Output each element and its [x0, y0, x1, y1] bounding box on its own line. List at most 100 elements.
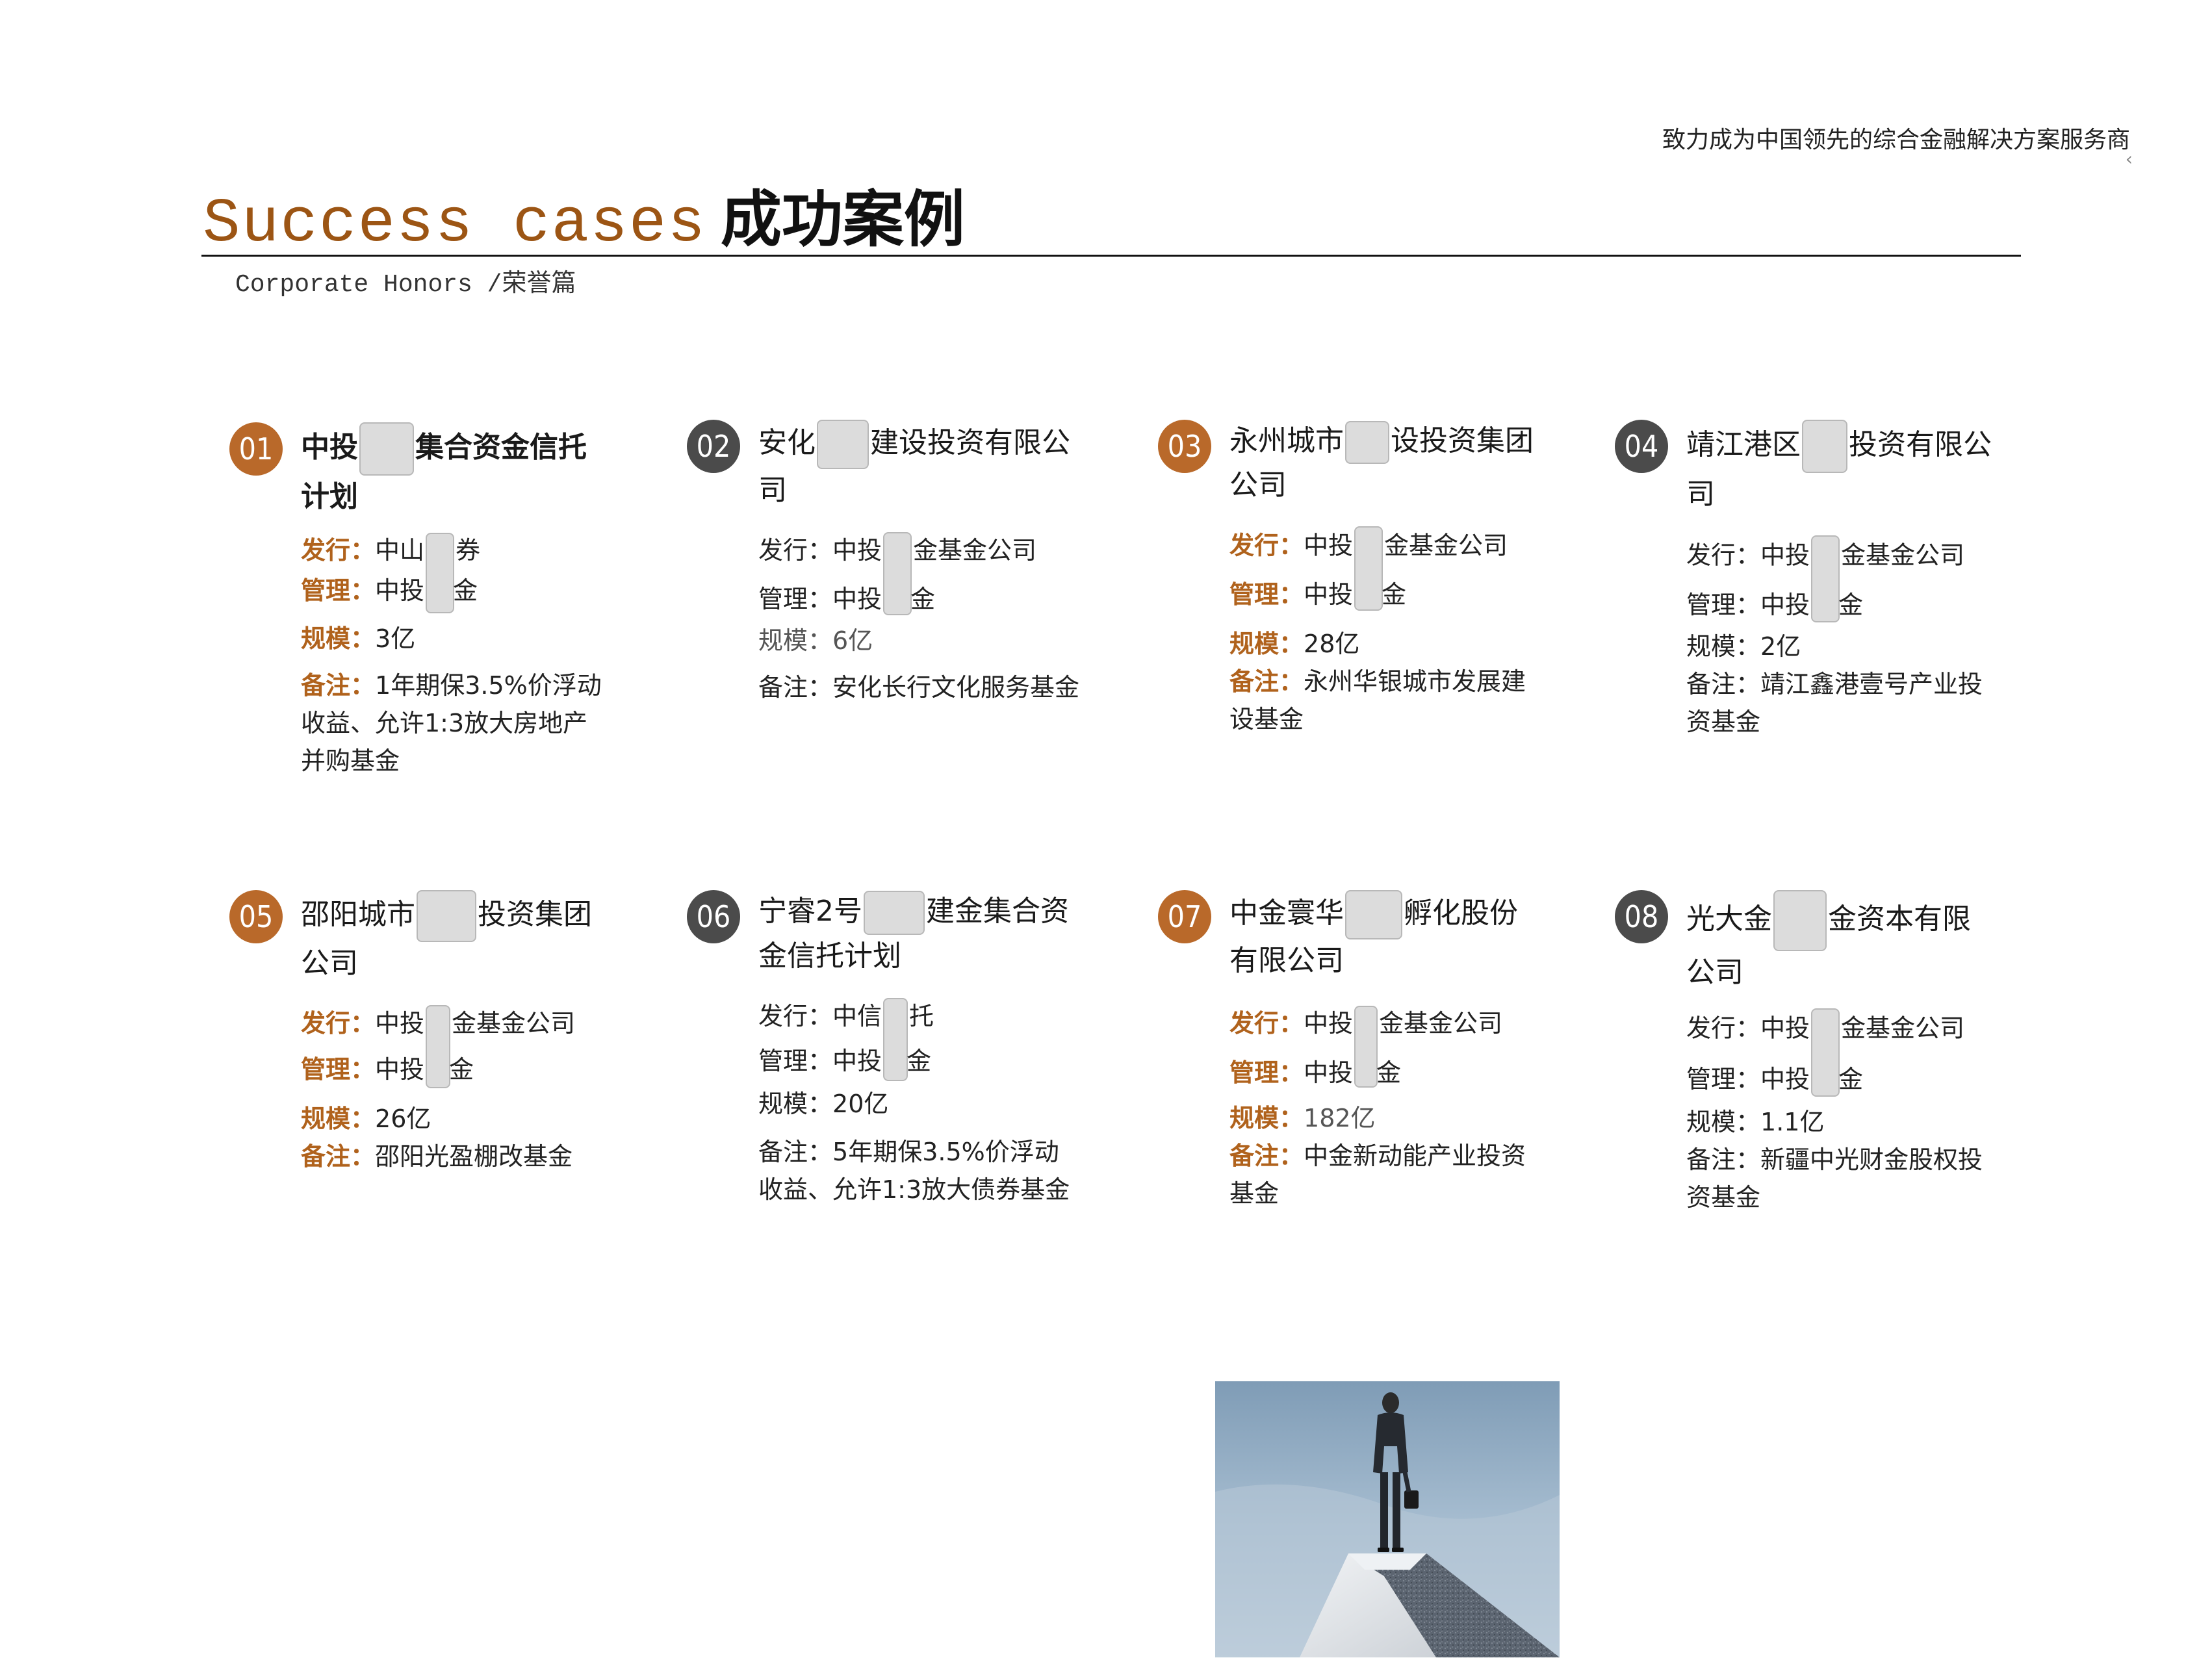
note-label: 备注：: [758, 672, 833, 702]
issue-value: 券: [456, 536, 481, 565]
scale-label: 规模：: [1229, 630, 1304, 658]
issue-value: 中山: [375, 536, 425, 565]
case-card-02: 02 安化 建设投资有限公司 发行：中投 金基金公司 管理：中投金 规模：6亿 备注…: [687, 420, 1090, 706]
issue-row: 发行：中投 金基金公司: [1229, 526, 1548, 611]
scale-value: 28亿: [1304, 630, 1360, 658]
issue-label: 发行：: [1686, 1014, 1761, 1043]
case-number-badge: 08: [1615, 890, 1668, 943]
case-name-part: 宁睿2号: [758, 895, 862, 928]
scale-row: 规模：3亿: [301, 620, 606, 658]
redaction-box: [864, 891, 925, 935]
case-name: 永州城市 设投资集团公司: [1229, 420, 1548, 507]
note-row: 备注：安化长行文化服务基金: [758, 669, 1090, 706]
manage-row: 管理：中投金: [758, 1042, 1083, 1080]
issue-row: 发行：中投 金基金公司: [301, 1004, 606, 1088]
case-name-part: 中金寰华: [1229, 897, 1344, 930]
scale-label: 规模：: [1686, 1108, 1761, 1136]
issue-row: 发行：中山 券: [301, 531, 606, 613]
case-name: 中金寰华 孵化股份有限公司: [1229, 890, 1541, 982]
case-name-part: 光大金: [1686, 902, 1772, 936]
scale-row: 规模：26亿: [301, 1100, 606, 1138]
manage-row: 管理：中投金: [1229, 576, 1548, 613]
case-fields: 发行：中投 金基金公司 管理：中投金 规模：2亿 备注：靖江鑫港壹号产业投资基金: [1686, 535, 1998, 741]
redaction-box: [1345, 890, 1402, 939]
note-row: 备注：新疆中光财金股权投资基金: [1686, 1141, 1998, 1216]
case-number-badge: 05: [229, 890, 283, 943]
case-name: 光大金 金资本有限公司: [1686, 890, 1998, 994]
manage-value: 金: [1838, 1065, 1864, 1093]
case-name-part: 靖江港区: [1686, 428, 1801, 461]
case-name-part: 永州城市: [1229, 424, 1344, 457]
redaction-box: [1773, 890, 1827, 951]
redaction-box: [1802, 420, 1847, 473]
note-row: 备注：靖江鑫港壹号产业投资基金: [1686, 665, 1998, 741]
case-fields: 发行：中投 金基金公司 管理：中投金 规模：26亿 备注：邵阳光盈棚改基金: [301, 1004, 606, 1175]
case-number-badge: 03: [1158, 420, 1211, 473]
scale-value: 26亿: [375, 1104, 431, 1133]
title-divider: [201, 255, 2021, 257]
manage-value: 中投: [1304, 580, 1354, 609]
case-number-badge: 07: [1158, 890, 1211, 943]
issue-row: 发行：中投 金基金公司: [1686, 1008, 1998, 1097]
scale-label: 规模：: [758, 626, 833, 655]
manage-value: 金: [1838, 591, 1864, 619]
manage-value: 中投: [375, 576, 425, 605]
note-label: 备注：: [1686, 1145, 1761, 1174]
issue-value: 金基金公司: [452, 1009, 576, 1038]
manage-value: 中投: [375, 1054, 425, 1084]
issue-value: 金基金公司: [1841, 1014, 1965, 1043]
subtitle-en: Corporate Honors /: [235, 271, 502, 299]
page-subtitle: Corporate Honors /荣誉篇: [235, 262, 576, 299]
manage-row: 管理：中投金: [301, 1051, 606, 1088]
case-name: 邵阳城市 投资集团公司: [301, 890, 606, 985]
case-name: 安化 建设投资有限公司: [758, 420, 1090, 512]
case-card-06: 06 宁睿2号 建金集合资金信托计划 发行：中信托 管理：中投金 规模：20亿 备…: [687, 890, 1083, 1208]
scale-value: 2亿: [1760, 632, 1801, 661]
issue-value: 金基金公司: [1379, 1009, 1503, 1038]
case-fields: 发行：中信托 管理：中投金 规模：20亿 备注：5年期保3.5%价浮动收益、允许…: [758, 997, 1083, 1208]
note-label: 备注：: [1229, 667, 1304, 696]
case-card-04: 04 靖江港区 投资有限公司 发行：中投 金基金公司 管理：中投金 规模：2亿 备注…: [1615, 420, 1998, 741]
page-title-cn: 成功案例: [720, 185, 965, 255]
subtitle-cn: 荣誉篇: [502, 268, 576, 297]
issue-value: 中投: [1304, 1009, 1354, 1038]
redaction-box: [417, 890, 476, 942]
scale-label: 规模：: [1229, 1103, 1304, 1132]
issue-label: 发行：: [301, 1009, 376, 1038]
case-fields: 发行：中投 金基金公司 管理：中投金 规模：6亿 备注：安化长行文化服务基金: [758, 531, 1090, 706]
note-row: 备注：1年期保3.5%价浮动收益、允许1:3放大房地产并购基金: [301, 667, 606, 780]
manage-label: 管理：: [301, 1054, 376, 1084]
case-name: 宁睿2号 建金集合资金信托计划: [758, 890, 1083, 978]
manage-value: 中投: [1760, 591, 1810, 619]
scale-row: 规模：28亿: [1229, 625, 1548, 663]
businessman-illustration: [1215, 1381, 1560, 1657]
issue-label: 发行：: [1229, 531, 1304, 560]
scale-label: 规模：: [758, 1089, 833, 1118]
issue-value: 中投: [832, 536, 882, 565]
manage-value: 金: [907, 1046, 932, 1075]
note-row: 备注：永州华银城市发展建设基金: [1229, 663, 1548, 738]
note-row: 备注：邵阳光盈棚改基金: [301, 1138, 606, 1175]
issue-value: 中信: [832, 1002, 882, 1030]
issue-label: 发行：: [1686, 541, 1761, 570]
note-row: 备注：5年期保3.5%价浮动收益、允许1:3放大债券基金: [758, 1133, 1083, 1208]
scale-row: 规模：2亿: [1686, 628, 1998, 665]
scale-row: 规模：182亿: [1229, 1099, 1541, 1137]
manage-value: 中投: [832, 584, 882, 613]
scale-label: 规模：: [301, 1104, 376, 1133]
scale-row: 规模：20亿: [758, 1085, 1083, 1123]
case-fields: 发行：中投 金基金公司 管理：中投金 规模：28亿 备注：永州华银城市发展建设基金: [1229, 526, 1548, 738]
manage-label: 管理：: [758, 1046, 833, 1075]
case-number-badge: 04: [1615, 420, 1668, 473]
scale-label: 规模：: [1686, 632, 1761, 661]
issue-label: 发行：: [301, 536, 376, 565]
page-title: Success cases 成功案例: [203, 170, 965, 259]
page-title-en: Success cases: [203, 188, 706, 259]
case-card-03: 03 永州城市 设投资集团公司 发行：中投 金基金公司 管理：中投金 规模：28亿 …: [1158, 420, 1548, 738]
issue-value: 中投: [375, 1009, 425, 1038]
note-label: 备注：: [758, 1137, 833, 1166]
redaction-box: [1345, 421, 1389, 464]
redaction-box: [817, 420, 869, 469]
scale-row: 规模：6亿: [758, 622, 1090, 659]
scale-label: 规模：: [301, 624, 376, 653]
